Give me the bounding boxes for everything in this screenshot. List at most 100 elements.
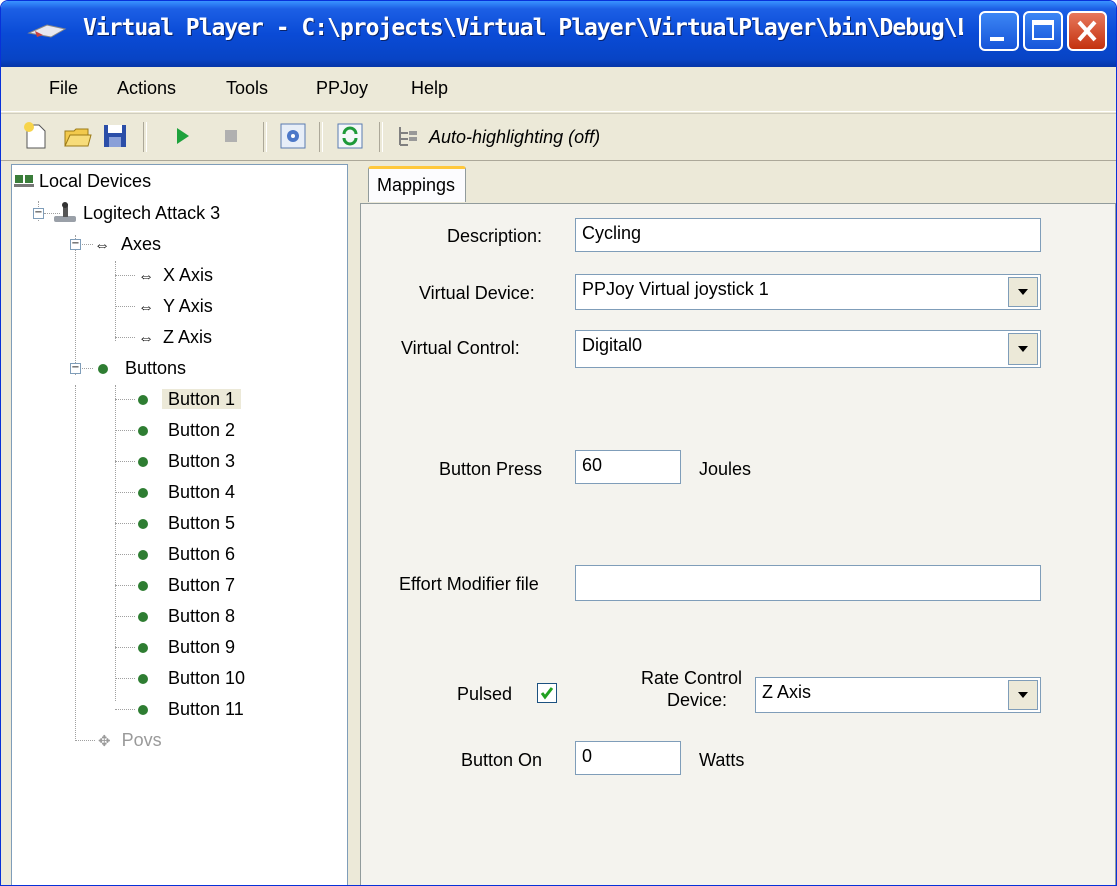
tree-node-axes[interactable]: ⇔ Axes xyxy=(94,232,161,256)
play-icon xyxy=(177,128,189,144)
tree-node-button[interactable]: Button 10 xyxy=(138,666,251,690)
rate-control-label-line2: Device: xyxy=(667,690,728,710)
menu-actions[interactable]: Actions xyxy=(117,78,176,99)
tab-mappings[interactable]: Mappings xyxy=(368,166,467,202)
device-tree[interactable]: Local Devices − Logitech Attack 3 − ⇔ Ax… xyxy=(11,164,348,885)
pulsed-checkbox[interactable] xyxy=(537,683,557,703)
tree-node-axis[interactable]: ⇔ X Axis xyxy=(138,263,213,287)
tree-label: Button 1 xyxy=(162,389,242,409)
refresh-icon xyxy=(337,123,363,149)
window-title: Virtual Player - C:\projects\Virtual Pla… xyxy=(83,15,963,41)
tree-node-buttons[interactable]: Buttons xyxy=(98,356,186,380)
minimize-button[interactable] xyxy=(979,11,1019,51)
tree-label: Button 6 xyxy=(168,544,236,564)
tree-label: Logitech Attack 3 xyxy=(83,203,221,223)
menu-ppjoy[interactable]: PPJoy xyxy=(316,78,368,99)
tree-label: Povs xyxy=(121,730,162,750)
joystick-icon xyxy=(54,202,76,222)
effort-modifier-label: Effort Modifier file xyxy=(399,574,539,594)
tree-label: Button 2 xyxy=(168,420,236,440)
save-button[interactable] xyxy=(99,120,131,152)
tree-label: Button 7 xyxy=(168,575,236,595)
virtual-device-select[interactable]: PPJoy Virtual joystick 1 xyxy=(575,274,1041,310)
dropdown-arrow-button[interactable] xyxy=(1008,277,1038,307)
tree-label: Axes xyxy=(121,234,162,254)
button-press-unit: Joules xyxy=(699,459,752,479)
app-icon xyxy=(27,24,67,38)
tree-collapse-toggle[interactable]: − xyxy=(33,208,44,219)
tree-node-button[interactable]: Button 2 xyxy=(138,418,241,442)
menu-bar: File Actions Tools PPJoy Help xyxy=(1,67,1116,112)
axis-arrows-icon: ⇔ xyxy=(94,237,110,254)
tree-label: Button 10 xyxy=(168,668,246,688)
virtual-control-select[interactable]: Digital0 xyxy=(575,330,1041,368)
tab-strip: Mappings xyxy=(358,164,1116,204)
new-button[interactable] xyxy=(19,120,51,152)
button-dot-icon xyxy=(98,364,108,374)
close-button[interactable] xyxy=(1067,11,1107,51)
tree-node-local-devices[interactable]: Local Devices xyxy=(14,169,151,193)
tree-label: Button 4 xyxy=(168,482,236,502)
new-file-icon xyxy=(24,122,46,149)
tree-collapse-toggle[interactable]: − xyxy=(70,363,81,374)
virtual-device-value: PPJoy Virtual joystick 1 xyxy=(582,279,769,299)
button-press-label: Button Press xyxy=(439,459,543,479)
button-dot-icon xyxy=(138,488,148,498)
button-dot-icon xyxy=(138,395,148,405)
settings-gear-icon xyxy=(280,123,306,149)
auto-highlighting-label[interactable]: Auto-highlighting (off) xyxy=(429,127,600,148)
tree-label: X Axis xyxy=(163,265,214,285)
button-on-field[interactable]: 0 xyxy=(575,741,681,775)
effort-modifier-field[interactable] xyxy=(575,565,1041,601)
tree-node-device[interactable]: Logitech Attack 3 xyxy=(52,201,220,225)
tree-node-axis[interactable]: ⇔ Y Axis xyxy=(138,294,213,318)
tree-node-button[interactable]: Button 3 xyxy=(138,449,241,473)
pov-arrows-icon: ✥ xyxy=(98,733,111,750)
button-dot-icon xyxy=(138,612,148,622)
properties-button[interactable] xyxy=(277,120,309,152)
button-dot-icon xyxy=(138,705,148,715)
tree-node-button[interactable]: Button 5 xyxy=(138,511,241,535)
mappings-tab-body: Description: Cycling Virtual Device: PPJ… xyxy=(360,203,1116,885)
virtual-control-label: Virtual Control: xyxy=(401,338,520,358)
tree-node-button[interactable]: Button 8 xyxy=(138,604,241,628)
refresh-button[interactable] xyxy=(334,120,366,152)
tree-node-axis[interactable]: ⇔ Z Axis xyxy=(138,325,212,349)
tree-highlight-icon xyxy=(399,127,417,146)
description-field[interactable]: Cycling xyxy=(575,218,1041,252)
stop-button[interactable] xyxy=(215,120,247,152)
button-dot-icon xyxy=(138,674,148,684)
splitter[interactable] xyxy=(348,164,358,885)
menu-tools[interactable]: Tools xyxy=(226,78,268,99)
tree-node-button[interactable]: Button 6 xyxy=(138,542,241,566)
tree-label: Local Devices xyxy=(39,171,152,191)
tree-node-povs[interactable]: ✥ Povs xyxy=(98,728,162,752)
tree-node-button[interactable]: Button 11 xyxy=(138,697,250,721)
tree-node-button[interactable]: Button 7 xyxy=(138,573,241,597)
menu-help[interactable]: Help xyxy=(411,78,448,99)
virtual-control-value: Digital0 xyxy=(582,335,643,355)
tree-label: Button 11 xyxy=(168,699,244,719)
rate-control-select[interactable]: Z Axis xyxy=(755,677,1041,713)
auto-highlight-toggle[interactable] xyxy=(391,120,423,152)
button-dot-icon xyxy=(138,581,148,591)
maximize-button[interactable] xyxy=(1023,11,1063,51)
dropdown-arrow-button[interactable] xyxy=(1008,680,1038,710)
button-on-label: Button On xyxy=(461,750,543,770)
pulsed-label: Pulsed xyxy=(457,684,513,704)
tree-node-button[interactable]: Button 1 xyxy=(138,387,242,411)
tree-collapse-toggle[interactable]: − xyxy=(70,239,81,250)
details-panel: Mappings Description: Cycling Virtual De… xyxy=(358,164,1116,885)
play-button[interactable] xyxy=(166,120,198,152)
open-button[interactable] xyxy=(61,120,93,152)
menu-file[interactable]: File xyxy=(49,78,78,99)
tree-node-button[interactable]: Button 4 xyxy=(138,480,241,504)
stop-icon xyxy=(225,130,237,142)
dropdown-arrow-button[interactable] xyxy=(1008,333,1038,365)
tree-node-button[interactable]: Button 9 xyxy=(138,635,241,659)
tree-label: Buttons xyxy=(125,358,187,378)
title-bar[interactable]: Virtual Player - C:\projects\Virtual Pla… xyxy=(1,1,1116,67)
button-dot-icon xyxy=(138,519,148,529)
rate-control-value: Z Axis xyxy=(762,682,812,702)
button-press-field[interactable]: 60 xyxy=(575,450,681,484)
